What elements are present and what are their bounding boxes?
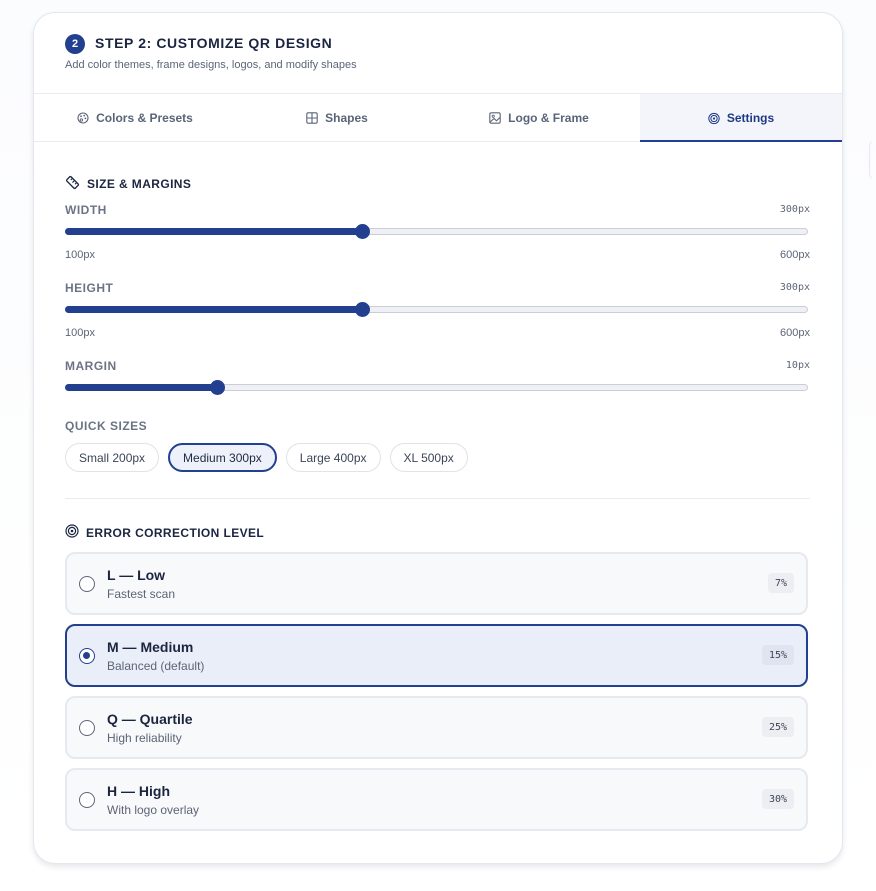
height-value: 300px (779, 282, 810, 293)
tab-label: Shapes (325, 110, 368, 125)
error-correction-title: ERROR CORRECTION LEVEL (65, 524, 264, 541)
recovery-badge: 7% (767, 573, 794, 593)
grid-icon (306, 111, 318, 124)
ruler-icon (65, 175, 80, 193)
section-title-text: ERROR CORRECTION LEVEL (86, 525, 265, 540)
radio-button[interactable] (79, 576, 95, 592)
slider-thumb[interactable] (355, 224, 371, 239)
tab-logo-frame[interactable]: Logo & Frame (438, 94, 640, 141)
size-margins-title: SIZE & MARGINS (65, 175, 191, 193)
quick-sizes-row: Small 200px Medium 300px Large 400px XL … (65, 443, 468, 472)
tab-settings[interactable]: Settings (640, 94, 842, 142)
option-subtitle: High reliability (107, 731, 182, 745)
width-label: WIDTH (65, 203, 107, 217)
adjacent-panel-edge (869, 140, 876, 180)
recovery-badge: 15% (761, 645, 794, 665)
quick-size-medium[interactable]: Medium 300px (168, 443, 277, 472)
image-icon (489, 111, 501, 124)
margin-slider[interactable] (65, 380, 808, 396)
option-title: Q — Quartile (107, 711, 193, 727)
quick-size-xl[interactable]: XL 500px (389, 443, 468, 472)
slider-fill (65, 228, 363, 235)
option-subtitle: Fastest scan (107, 587, 176, 601)
quick-size-large[interactable]: Large 400px (285, 443, 381, 472)
tab-label: Colors & Presets (96, 110, 193, 125)
radio-button[interactable] (79, 792, 95, 808)
radio-button[interactable] (79, 720, 95, 736)
option-subtitle: Balanced (default) (107, 659, 205, 673)
tab-bar: Colors & Presets Shapes Logo & Frame Set… (34, 94, 842, 142)
target-icon (65, 524, 79, 541)
palette-icon (77, 111, 89, 124)
step-badge: 2 (65, 34, 85, 54)
slider-thumb[interactable] (210, 380, 226, 395)
margin-label: MARGIN (65, 359, 117, 373)
slider-fill (65, 306, 363, 313)
option-title: H — High (107, 783, 170, 799)
quick-size-small[interactable]: Small 200px (65, 443, 160, 472)
tab-colors-presets[interactable]: Colors & Presets (34, 94, 236, 141)
quick-sizes-label: QUICK SIZES (65, 419, 148, 433)
tab-shapes[interactable]: Shapes (236, 94, 438, 141)
card-header: 2 STEP 2: CUSTOMIZE QR DESIGN Add color … (34, 13, 842, 94)
tab-label: Logo & Frame (508, 110, 589, 125)
height-min: 100px (65, 327, 95, 339)
ec-option-medium[interactable]: M — Medium Balanced (default) 15% (65, 624, 808, 687)
recovery-badge: 25% (761, 717, 794, 737)
margin-value: 10px (785, 360, 810, 371)
tab-label: Settings (726, 110, 775, 125)
width-value: 300px (779, 204, 810, 215)
height-label: HEIGHT (65, 281, 114, 295)
option-title: L — Low (107, 567, 166, 583)
ec-option-high[interactable]: H — High With logo overlay 30% (65, 768, 808, 831)
customize-card: 2 STEP 2: CUSTOMIZE QR DESIGN Add color … (33, 12, 843, 864)
option-subtitle: With logo overlay (107, 803, 200, 817)
width-slider[interactable] (65, 224, 808, 240)
recovery-badge: 30% (761, 789, 794, 809)
section-title-text: SIZE & MARGINS (87, 177, 192, 191)
slider-thumb[interactable] (355, 302, 371, 317)
width-max: 600px (780, 249, 810, 261)
slider-fill (65, 384, 218, 391)
ec-option-quartile[interactable]: Q — Quartile High reliability 25% (65, 696, 808, 759)
height-max: 600px (780, 327, 810, 339)
height-slider[interactable] (65, 302, 808, 318)
step-subtitle: Add color themes, frame designs, logos, … (65, 59, 357, 71)
option-title: M — Medium (107, 639, 194, 655)
target-icon (708, 112, 720, 124)
radio-button[interactable] (79, 648, 95, 664)
step-title: STEP 2: CUSTOMIZE QR DESIGN (95, 35, 333, 51)
section-divider (65, 498, 810, 499)
width-min: 100px (65, 249, 95, 261)
ec-option-low[interactable]: L — Low Fastest scan 7% (65, 552, 808, 615)
